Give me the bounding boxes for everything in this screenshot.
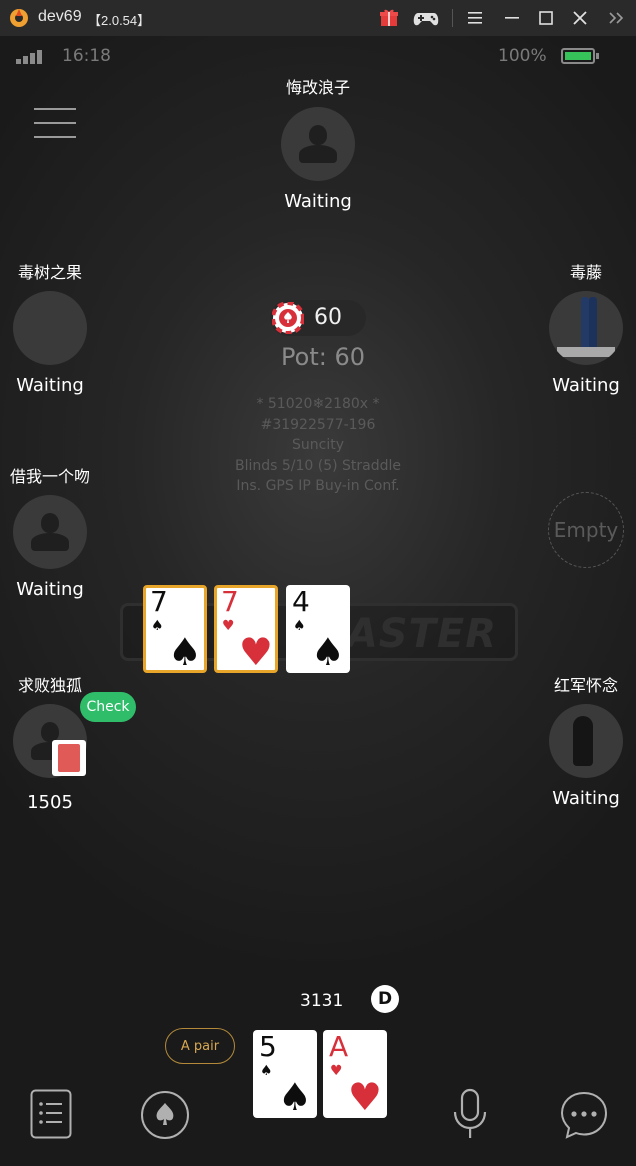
hero-stack: 3131 — [300, 991, 344, 1011]
hand-strength-badge: A pair — [165, 1028, 235, 1064]
club-name: Suncity — [292, 437, 344, 453]
chat-icon[interactable] — [559, 1090, 609, 1140]
pot-chip-value: 60 — [314, 305, 342, 330]
avatar-placeholder-icon — [13, 495, 87, 569]
seat-right-1[interactable]: 毒藤 Waiting — [521, 259, 636, 396]
app-logo-icon — [10, 9, 28, 27]
maximize-icon[interactable] — [534, 6, 558, 30]
avatar — [549, 704, 623, 778]
poker-chip-icon — [272, 302, 304, 334]
player-stack: 1505 — [27, 792, 73, 813]
table-code: * 51020❄2180x * — [256, 396, 380, 412]
signal-icon — [16, 50, 42, 64]
player-name: 红军怀念 — [553, 676, 618, 695]
table-info: * 51020❄2180x * #31922577-196 Suncity Bl… — [0, 394, 636, 497]
battery-percent: 100% — [498, 46, 547, 66]
board-card-1: 7 ♠ ♠ — [143, 585, 207, 673]
avatar-placeholder-icon — [281, 107, 355, 181]
player-name: 毒藤 — [569, 263, 602, 282]
gamepad-icon[interactable] — [412, 6, 440, 30]
player-status: Waiting — [552, 788, 620, 809]
battery-icon — [561, 48, 599, 64]
hole-cards-back-icon — [52, 740, 86, 776]
empty-seat[interactable]: Empty — [548, 492, 624, 568]
table-rules: Ins. GPS IP Buy-in Conf. — [236, 478, 400, 494]
seat-top[interactable]: 悔改浪子 Waiting — [253, 74, 383, 212]
menu-list-icon[interactable] — [30, 1089, 72, 1139]
close-icon[interactable] — [568, 6, 592, 30]
player-status: Waiting — [284, 191, 352, 212]
titlebar-divider — [452, 9, 453, 27]
blinds-info: Blinds 5/10 (5) Straddle — [234, 457, 402, 474]
player-status: Waiting — [552, 375, 620, 396]
app-version: 【2.0.54】 — [88, 13, 151, 28]
hero-card-1[interactable]: 5 ♠ ♠ — [253, 1030, 317, 1118]
minimize-icon[interactable] — [500, 6, 524, 30]
poker-table: 16:18 100% 悔改浪子 Waiting 毒树之果 Waiting 毒藤 … — [0, 36, 636, 1166]
microphone-icon[interactable] — [450, 1088, 490, 1142]
game-menu-button[interactable] — [34, 106, 76, 140]
pot-total: Pot: 60 — [281, 343, 365, 371]
board-card-3: 4 ♠ ♠ — [286, 585, 350, 673]
seat-left-1[interactable]: 毒树之果 Waiting — [0, 259, 115, 396]
device-status-bar: 16:18 100% — [0, 36, 636, 76]
player-name: 毒树之果 — [17, 263, 82, 282]
gift-icon[interactable] — [377, 6, 401, 30]
board-card-2: 7 ♥ ♥ — [214, 585, 278, 673]
window-title-bar: dev69 【2.0.54】 — [0, 0, 636, 36]
action-badge-check: Check — [80, 692, 136, 722]
status-time: 16:18 — [62, 46, 111, 66]
expand-icon[interactable] — [606, 6, 630, 30]
table-id: #31922577-196 — [260, 416, 376, 433]
hamburger-icon[interactable] — [463, 6, 487, 30]
player-status: Waiting — [16, 579, 84, 600]
dealer-button: D — [371, 985, 399, 1013]
spade-icon[interactable] — [140, 1090, 190, 1140]
seat-right-3[interactable]: 红军怀念 Waiting — [521, 672, 636, 809]
player-name: 悔改浪子 — [285, 78, 350, 97]
hero-card-2[interactable]: A ♥ ♥ — [323, 1030, 387, 1118]
player-status: Waiting — [16, 375, 84, 396]
app-name: dev69 — [38, 8, 82, 25]
